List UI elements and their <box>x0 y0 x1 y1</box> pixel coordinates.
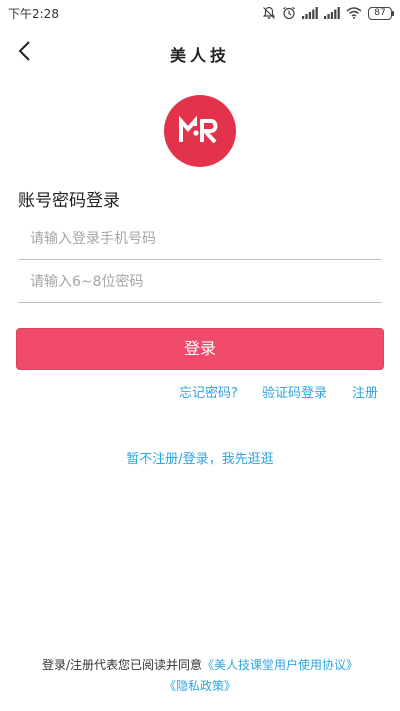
signal-icon <box>302 7 318 19</box>
status-icons: 87 <box>262 5 394 21</box>
nav-bar: 美人技 <box>0 26 400 78</box>
user-agreement-link[interactable]: 《美人技课堂用户使用协议》 <box>202 658 358 672</box>
battery-icon: 87 <box>368 6 394 20</box>
signal-icon <box>324 7 340 19</box>
sms-login-link[interactable]: 验证码登录 <box>262 382 327 401</box>
phone-input[interactable] <box>18 218 382 259</box>
page-title: 美人技 <box>169 46 230 65</box>
skip-login-link[interactable]: 暂不注册/登录，我先逛逛 <box>0 448 400 467</box>
forgot-password-link[interactable]: 忘记密码? <box>179 382 238 401</box>
password-input[interactable] <box>18 261 382 302</box>
app-logo <box>164 95 236 167</box>
phone-field <box>18 218 382 260</box>
privacy-policy-link[interactable]: 《隐私政策》 <box>164 679 236 693</box>
password-field <box>18 261 382 303</box>
agreement-prefix: 登录/注册代表您已阅读并同意 <box>41 658 203 672</box>
wifi-icon <box>346 7 362 19</box>
status-time: 下午2:28 <box>8 7 59 21</box>
register-link[interactable]: 注册 <box>352 382 378 401</box>
mute-icon <box>262 6 276 20</box>
login-heading: 账号密码登录 <box>18 191 120 211</box>
login-button[interactable]: 登录 <box>16 328 384 370</box>
agreement-notice: 登录/注册代表您已阅读并同意《美人技课堂用户使用协议》 《隐私政策》 <box>0 655 400 697</box>
app-logo-icon <box>179 116 218 144</box>
status-bar: 下午2:28 87 <box>0 0 400 26</box>
alarm-icon <box>282 6 296 20</box>
